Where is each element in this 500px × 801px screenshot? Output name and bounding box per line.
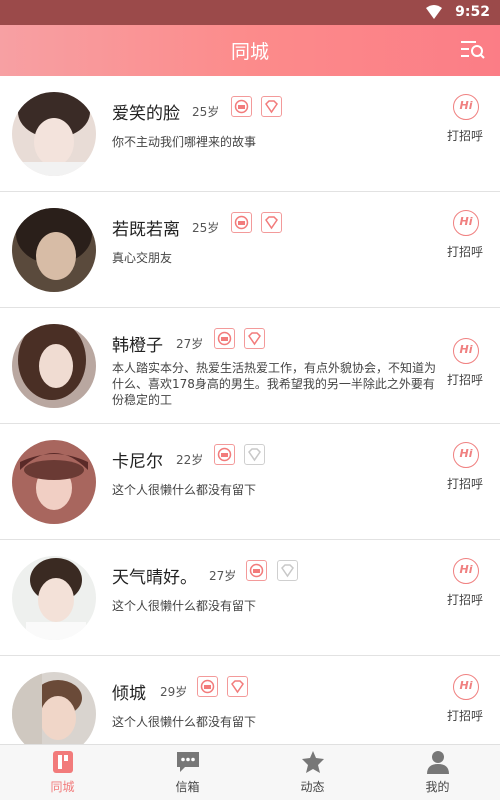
- greet-icon[interactable]: Hi: [453, 558, 479, 584]
- diamond-badge-icon: [277, 560, 298, 581]
- diamond-badge-icon: [261, 212, 282, 233]
- greet-icon[interactable]: Hi: [453, 338, 479, 364]
- greet-button-label[interactable]: 打招呼: [447, 707, 483, 724]
- tab-nearby[interactable]: 同城: [0, 745, 125, 801]
- bottom-tab-bar: 同城 信箱 动态 我的: [0, 744, 500, 800]
- user-row[interactable]: 爱笑的脸 25岁 你不主动我们哪裡来的故事 Hi 打招呼: [0, 76, 500, 192]
- user-signature: 真心交朋友: [112, 251, 173, 265]
- user-signature: 本人踏实本分、热爱生活热爱工作，有点外貌协会，不知道为什么、喜欢178身高的男生…: [112, 361, 437, 407]
- greet-icon[interactable]: Hi: [453, 442, 479, 468]
- filter-search-icon[interactable]: [460, 38, 486, 62]
- user-row[interactable]: 天气晴好。 27岁 这个人很懒什么都没有留下 Hi 打招呼: [0, 540, 500, 656]
- greet-button-label[interactable]: 打招呼: [447, 371, 483, 388]
- user-name: 天气晴好。: [112, 568, 197, 588]
- vip-badge-icon: [231, 96, 252, 117]
- tab-label: 信箱: [175, 780, 200, 794]
- page-title: 同城: [230, 41, 269, 63]
- avatar[interactable]: [12, 672, 96, 744]
- user-row[interactable]: 韩橙子 27岁 本人踏实本分、热爱生活热爱工作，有点外貌协会，不知道为什么、喜欢…: [0, 308, 500, 424]
- message-icon: [177, 752, 199, 772]
- nearby-icon: [53, 751, 73, 773]
- user-age: 29岁: [160, 685, 188, 699]
- wifi-icon: [426, 5, 442, 19]
- feed-star-icon: [302, 751, 324, 773]
- diamond-badge-icon: [244, 328, 265, 349]
- user-list[interactable]: 爱笑的脸 25岁 你不主动我们哪裡来的故事 Hi 打招呼 若既若离 25岁 真心…: [0, 76, 500, 744]
- diamond-badge-icon: [227, 676, 248, 697]
- avatar[interactable]: [12, 324, 96, 408]
- status-time: 9:52: [455, 4, 490, 20]
- greet-button-label[interactable]: 打招呼: [447, 243, 483, 260]
- user-age: 25岁: [192, 221, 220, 235]
- user-signature: 这个人很懒什么都没有留下: [112, 599, 257, 613]
- user-row[interactable]: 卡尼尔 22岁 这个人很懒什么都没有留下 Hi 打招呼: [0, 424, 500, 540]
- tab-profile[interactable]: 我的: [375, 745, 500, 801]
- user-name: 韩橙子: [112, 336, 163, 356]
- user-name: 爱笑的脸: [112, 104, 180, 124]
- user-name: 若既若离: [112, 220, 180, 240]
- status-bar: 9:52: [0, 0, 500, 25]
- profile-icon: [427, 751, 449, 774]
- vip-badge-icon: [246, 560, 267, 581]
- tab-label: 动态: [300, 780, 325, 794]
- greet-button-label[interactable]: 打招呼: [447, 591, 483, 608]
- tab-label: 我的: [425, 780, 450, 794]
- user-name: 卡尼尔: [112, 452, 163, 472]
- user-age: 27岁: [209, 569, 237, 583]
- vip-badge-icon: [231, 212, 252, 233]
- user-row[interactable]: 倾城 29岁 这个人很懒什么都没有留下 Hi 打招呼: [0, 656, 500, 744]
- greet-button-label[interactable]: 打招呼: [447, 475, 483, 492]
- user-age: 27岁: [176, 337, 204, 351]
- tab-messages[interactable]: 信箱: [125, 745, 250, 801]
- avatar[interactable]: [12, 556, 96, 640]
- greet-button-label[interactable]: 打招呼: [447, 127, 483, 144]
- vip-badge-icon: [214, 328, 235, 349]
- user-signature: 你不主动我们哪裡来的故事: [112, 135, 257, 149]
- user-name: 倾城: [112, 684, 146, 704]
- avatar[interactable]: [12, 440, 96, 524]
- avatar[interactable]: [12, 208, 96, 292]
- user-age: 22岁: [176, 453, 204, 467]
- diamond-badge-icon: [244, 444, 265, 465]
- app-header: 同城: [0, 25, 500, 76]
- user-signature: 这个人很懒什么都没有留下: [112, 483, 257, 497]
- greet-icon[interactable]: Hi: [453, 210, 479, 236]
- tab-label: 同城: [50, 780, 75, 794]
- avatar[interactable]: [12, 92, 96, 176]
- greet-icon[interactable]: Hi: [453, 674, 479, 700]
- greet-icon[interactable]: Hi: [453, 94, 479, 120]
- vip-badge-icon: [214, 444, 235, 465]
- user-row[interactable]: 若既若离 25岁 真心交朋友 Hi 打招呼: [0, 192, 500, 308]
- diamond-badge-icon: [261, 96, 282, 117]
- user-signature: 这个人很懒什么都没有留下: [112, 715, 257, 729]
- tab-feed[interactable]: 动态: [250, 745, 375, 801]
- vip-badge-icon: [197, 676, 218, 697]
- user-age: 25岁: [192, 105, 220, 119]
